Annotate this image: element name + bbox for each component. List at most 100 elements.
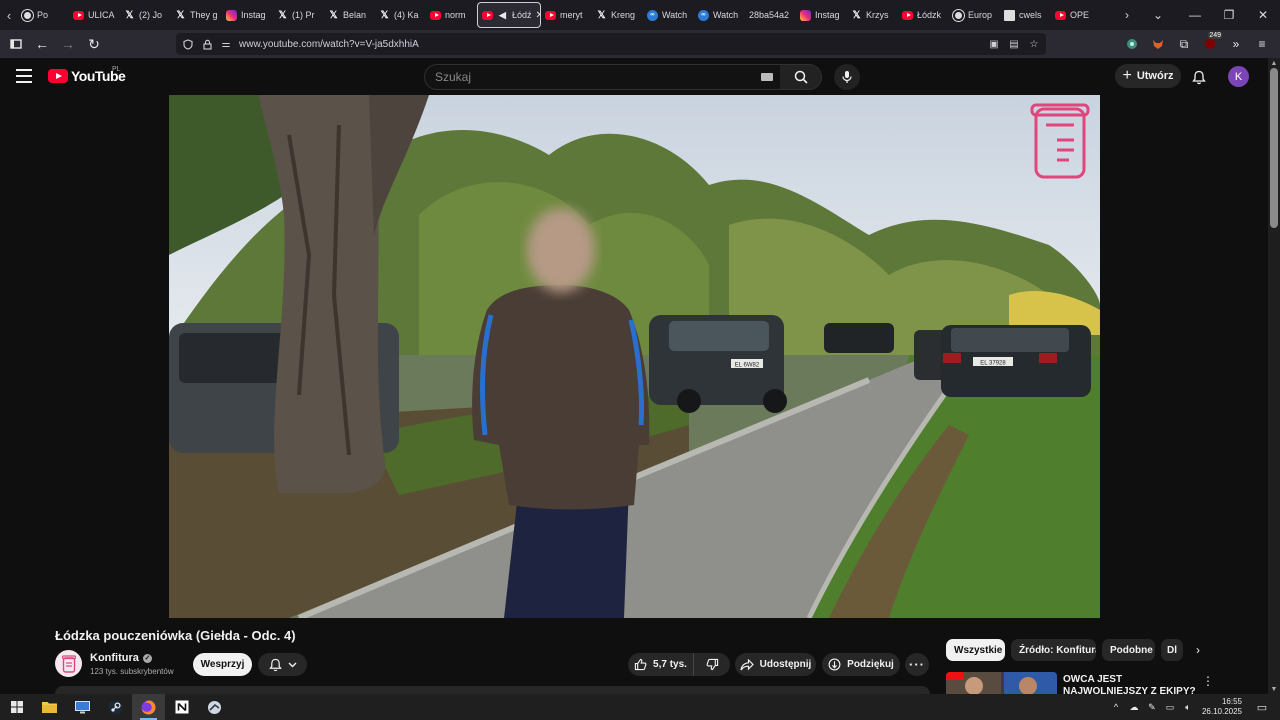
search-box[interactable] (424, 64, 782, 90)
tab-label: Łódzk (917, 10, 942, 20)
notifications-button[interactable] (1188, 66, 1210, 88)
browser-tab[interactable]: Łódzk (898, 2, 949, 28)
chip-source-channel[interactable]: Źródło: Konfitura (1011, 639, 1096, 661)
share-button[interactable]: Udostępnij (735, 653, 816, 676)
network-icon[interactable]: ▭ (1164, 701, 1176, 713)
browser-tab[interactable]: 𝕏 Krzys (847, 2, 898, 28)
scroll-down-arrow-icon[interactable]: ▼ (1268, 684, 1280, 694)
browser-tab[interactable]: 𝕏 (1) Pr (273, 2, 324, 28)
app-menu-icon[interactable]: ≡ (1250, 32, 1274, 56)
browser-tab[interactable]: Po (18, 2, 69, 28)
taskbar-computer[interactable] (66, 694, 99, 720)
speaker-icon[interactable]: ◀ (497, 10, 508, 21)
onedrive-icon[interactable]: ☁ (1128, 701, 1140, 713)
browser-tab[interactable]: Instag (222, 2, 273, 28)
notification-preferences-button[interactable] (258, 653, 307, 676)
browser-tab[interactable]: 𝕏 (2) Jo (120, 2, 171, 28)
create-button[interactable]: + Utwórz (1115, 64, 1181, 88)
tab-scroll-left-button[interactable]: ‹ (0, 0, 18, 30)
restore-button[interactable]: ❐ (1212, 0, 1246, 30)
bookmark-star-icon[interactable]: ☆ (1028, 38, 1040, 50)
taskbar-app[interactable] (198, 694, 231, 720)
chip-related[interactable]: Podobne (1102, 639, 1155, 661)
start-button[interactable] (0, 694, 33, 720)
page-scrollbar[interactable]: ▲ ▼ (1268, 58, 1280, 694)
screen: ‹ Po ULICA 𝕏 (2) Jo 𝕏 They g Instag 𝕏 (1) Pr 𝕏 Bel… (0, 0, 1280, 720)
channel-name-link[interactable]: Konfitura ✓ (90, 652, 152, 664)
more-actions-button[interactable]: ··· (905, 653, 929, 676)
sidebar-toggle-icon[interactable] (4, 32, 28, 56)
taskbar-notion[interactable] (165, 694, 198, 720)
permissions-icon[interactable]: ⚌ (220, 38, 232, 50)
puzzle-extensions-icon[interactable]: ⧉ (1172, 32, 1196, 56)
support-button[interactable]: Wesprzyj (193, 653, 252, 676)
browser-tab[interactable]: 𝕏 They g (171, 2, 222, 28)
browser-tab[interactable]: OPE (1051, 2, 1102, 28)
browser-tab[interactable]: ∞ Watch (643, 2, 694, 28)
browser-tab[interactable]: Europ (949, 2, 1000, 28)
forward-button[interactable]: → (56, 32, 80, 56)
suggested-video-title[interactable]: OWCA JEST NAJWOLNIEJSZY Z EKIPY? MEGA RA… (1063, 674, 1198, 694)
chevron-down-icon (288, 662, 296, 667)
globe-icon (22, 9, 33, 21)
like-button[interactable]: 5,7 tys. (628, 653, 694, 676)
notification-center-icon[interactable]: ▭ (1254, 699, 1270, 715)
reader-view-icon[interactable]: ▤ (1008, 38, 1020, 50)
tab-active[interactable]: ◀Łódź✕ (477, 2, 541, 28)
pen-icon[interactable]: ✎ (1146, 701, 1158, 713)
browser-tab[interactable]: ULICA (69, 2, 120, 28)
browser-tab[interactable]: norm (426, 2, 477, 28)
plus-icon: + (1122, 67, 1132, 84)
picture-in-picture-icon[interactable]: ▣ (988, 38, 1000, 50)
minimize-button[interactable]: — (1178, 0, 1212, 30)
browser-tab[interactable]: 𝕏 (4) Ka (375, 2, 426, 28)
suggested-video-menu-icon[interactable]: ⋮ (1202, 673, 1214, 689)
tab-label: Watch (713, 10, 739, 20)
tray-overflow-icon[interactable]: ^ (1110, 701, 1122, 713)
thanks-button[interactable]: Podziękuj (822, 653, 900, 676)
shield-icon[interactable] (182, 38, 194, 50)
ublock-icon[interactable]: 249 (1198, 32, 1222, 56)
voice-search-button[interactable] (834, 64, 860, 90)
channel-avatar[interactable] (55, 650, 82, 677)
account-avatar[interactable]: K (1228, 66, 1249, 87)
reload-button[interactable]: ↻ (82, 32, 106, 56)
back-button[interactable]: ← (30, 32, 54, 56)
volume-icon[interactable]: 🔈︎ (1182, 701, 1194, 713)
lock-icon[interactable] (201, 38, 213, 50)
keyboard-icon[interactable] (761, 73, 773, 81)
browser-tab[interactable]: Instag (796, 2, 847, 28)
guide-menu-icon[interactable] (16, 69, 32, 83)
overflow-chevrons-icon[interactable]: » (1224, 32, 1248, 56)
browser-tab[interactable]: meryt (541, 2, 592, 28)
scrollbar-thumb[interactable] (1270, 68, 1278, 228)
browser-tab[interactable]: cwels (1000, 2, 1051, 28)
dislike-button[interactable] (694, 653, 730, 676)
browser-tab[interactable]: 28ba54a2 (745, 2, 796, 28)
privacy-extension-icon[interactable] (1120, 32, 1144, 56)
browser-tab[interactable]: 𝕏 Kreng (592, 2, 643, 28)
taskbar-steam[interactable] (99, 694, 132, 720)
browser-tab[interactable]: ∞ Watch (694, 2, 745, 28)
scroll-up-arrow-icon[interactable]: ▲ (1268, 58, 1280, 68)
taskbar-file-explorer[interactable] (33, 694, 66, 720)
browser-tab[interactable]: 𝕏 Belan (324, 2, 375, 28)
list-all-tabs-button[interactable]: ⌄ (1138, 0, 1178, 30)
taskbar-firefox[interactable] (132, 694, 165, 720)
suggested-video-thumbnail[interactable] (946, 672, 1057, 694)
link-icon: ∞ (698, 9, 709, 21)
video-player[interactable]: EL 6W82 EL 37928 (169, 95, 1100, 618)
chip-partial[interactable]: Dl (1161, 639, 1183, 661)
chip-all[interactable]: Wszystkie (946, 639, 1005, 661)
search-input[interactable] (435, 70, 735, 84)
fox-extension-icon[interactable] (1146, 32, 1170, 56)
tab-label: Europ (968, 10, 993, 20)
close-window-button[interactable]: ✕ (1246, 0, 1280, 30)
clock[interactable]: 16:55 26.10.2025 (1202, 697, 1242, 717)
chip-next-arrow-icon[interactable]: › (1188, 640, 1208, 660)
x-icon: 𝕏 (852, 9, 861, 21)
like-dislike-group: 5,7 tys. (628, 653, 730, 676)
url-bar[interactable]: ⚌ www.youtube.com/watch?v=V-ja5dxhhiA ▣ … (176, 33, 1046, 55)
tab-scroll-right-button[interactable]: › (1116, 0, 1138, 30)
search-button[interactable] (780, 64, 822, 90)
